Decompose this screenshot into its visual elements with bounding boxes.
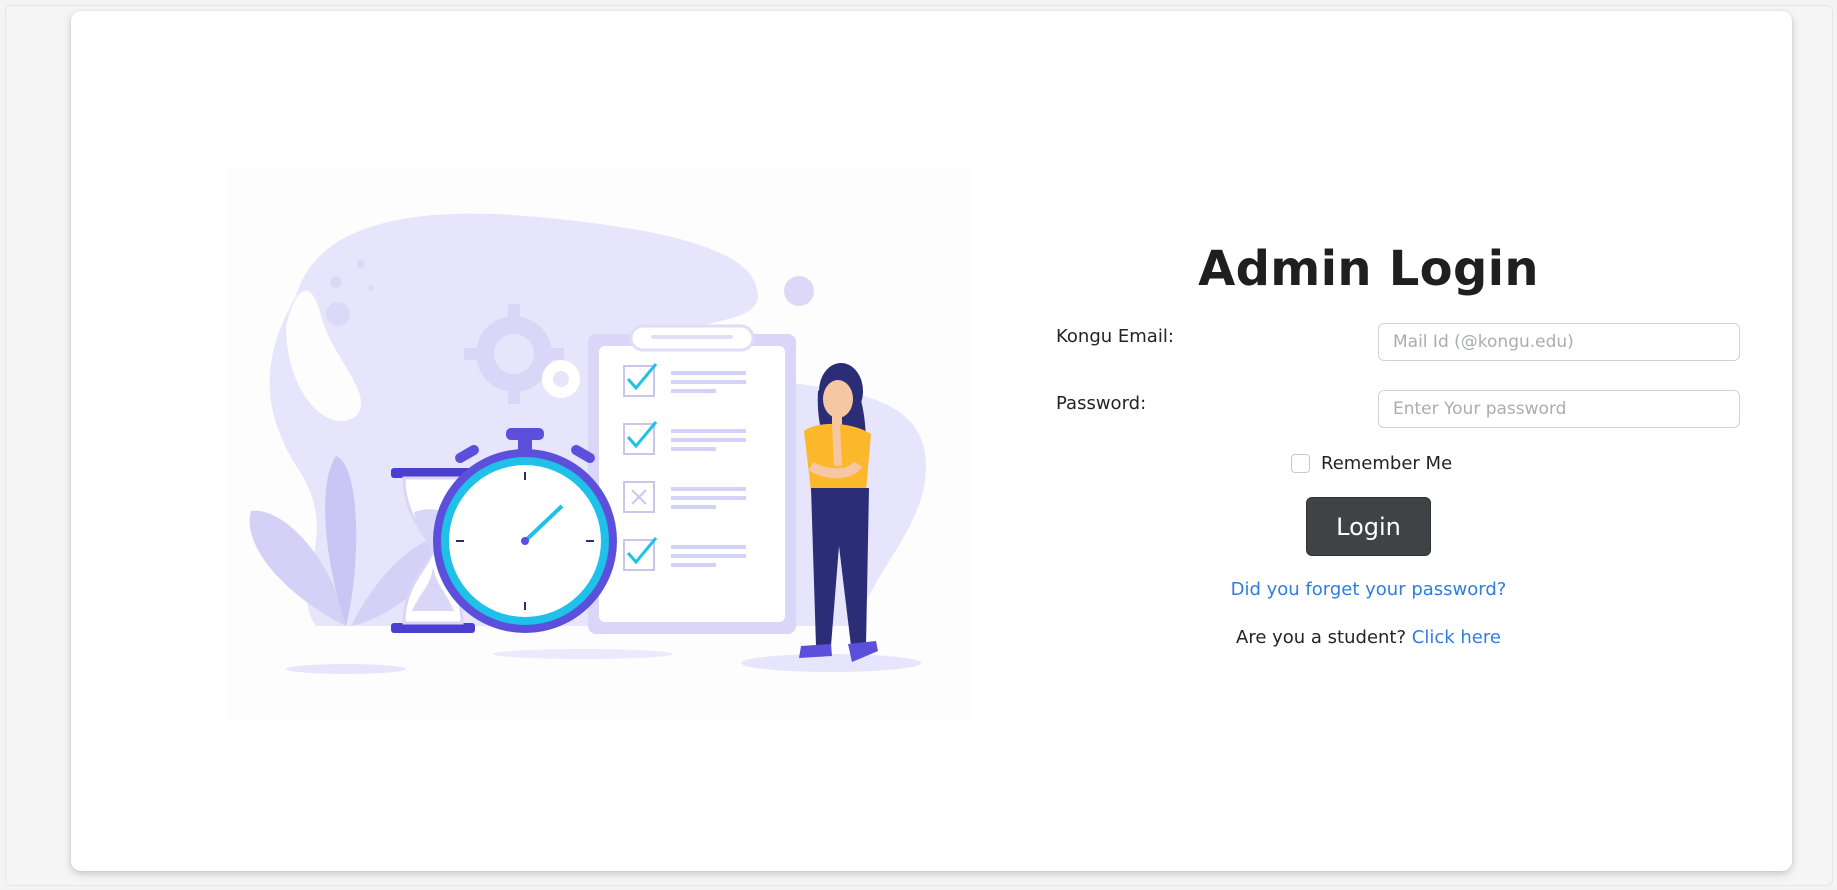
student-click-here-link[interactable]: Click here	[1412, 627, 1501, 648]
remember-me-checkbox[interactable]	[1291, 453, 1310, 473]
page-background: Admin Login Kongu Email: Password: Remem…	[5, 5, 1833, 886]
login-card: Admin Login Kongu Email: Password: Remem…	[71, 11, 1792, 871]
checklist-illustration-icon	[226, 166, 972, 721]
password-label: Password:	[1056, 393, 1147, 414]
student-prompt-text: Are you a student?	[1236, 627, 1407, 648]
login-button[interactable]: Login	[1306, 497, 1431, 556]
page-title: Admin Login	[1198, 241, 1539, 297]
password-field[interactable]	[1378, 390, 1740, 428]
remember-me-row[interactable]: Remember Me	[1291, 452, 1452, 474]
email-field[interactable]	[1378, 323, 1740, 361]
email-label: Kongu Email:	[1056, 326, 1174, 347]
student-login-prompt: Are you a student? Click here	[1056, 627, 1681, 648]
login-form: Admin Login Kongu Email: Password: Remem…	[1056, 11, 1786, 871]
remember-me-label[interactable]: Remember Me	[1321, 453, 1452, 474]
forgot-password-link[interactable]: Did you forget your password?	[1056, 579, 1681, 600]
